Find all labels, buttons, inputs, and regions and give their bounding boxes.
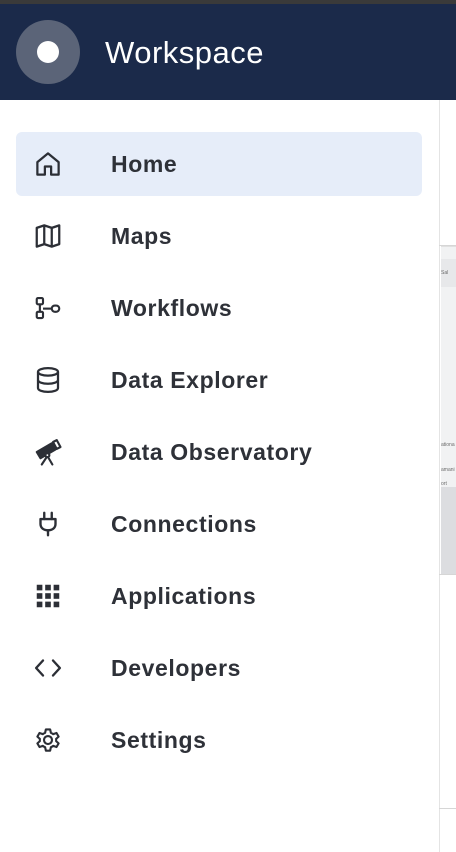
nav-label: Developers — [111, 655, 242, 681]
nav-label: Workflows — [111, 295, 233, 321]
app-header: Workspace — [0, 4, 456, 100]
nav-label: Settings — [111, 727, 207, 753]
map-label: ort — [441, 481, 447, 487]
nav-label: Data Explorer — [111, 367, 269, 393]
map-label: ationa — [441, 442, 455, 448]
nav-label: Connections — [111, 511, 257, 537]
nav-label: Applications — [111, 583, 257, 609]
workflow-icon — [32, 292, 64, 324]
nav-item-applications[interactable]: Applications — [16, 564, 422, 628]
map-tile — [441, 487, 456, 575]
map-label: Sal — [441, 270, 449, 276]
avatar[interactable] — [16, 20, 80, 84]
nav-item-home[interactable]: Home — [16, 132, 422, 196]
map-icon — [32, 220, 64, 252]
app-root: Workspace Sal ationa amani ort Home Maps… — [0, 0, 456, 852]
apps-grid-icon — [32, 580, 64, 612]
home-icon — [32, 148, 64, 180]
nav-item-connections[interactable]: Connections — [16, 492, 422, 556]
app-title: Workspace — [105, 35, 264, 70]
code-icon — [32, 652, 64, 684]
nav-item-maps[interactable]: Maps — [16, 204, 422, 268]
map-divider — [439, 808, 456, 809]
map-label: amani — [441, 467, 455, 473]
telescope-icon — [32, 436, 64, 468]
avatar-dot-icon — [37, 41, 59, 63]
nav-item-workflows[interactable]: Workflows — [16, 276, 422, 340]
map-divider — [439, 245, 456, 246]
map-divider — [439, 574, 456, 575]
plug-icon — [32, 508, 64, 540]
gear-icon — [32, 724, 64, 756]
nav-item-developers[interactable]: Developers — [16, 636, 422, 700]
nav-drawer: Home Maps Workflows Data Explorer Data O… — [0, 100, 438, 852]
background-map-panel — [441, 246, 456, 575]
nav-item-settings[interactable]: Settings — [16, 708, 422, 772]
nav-item-data-explorer[interactable]: Data Explorer — [16, 348, 422, 412]
nav-label: Maps — [111, 223, 173, 249]
nav-label: Home — [111, 151, 178, 177]
nav-label: Data Observatory — [111, 439, 313, 465]
nav-item-data-observatory[interactable]: Data Observatory — [16, 420, 422, 484]
database-icon — [32, 364, 64, 396]
